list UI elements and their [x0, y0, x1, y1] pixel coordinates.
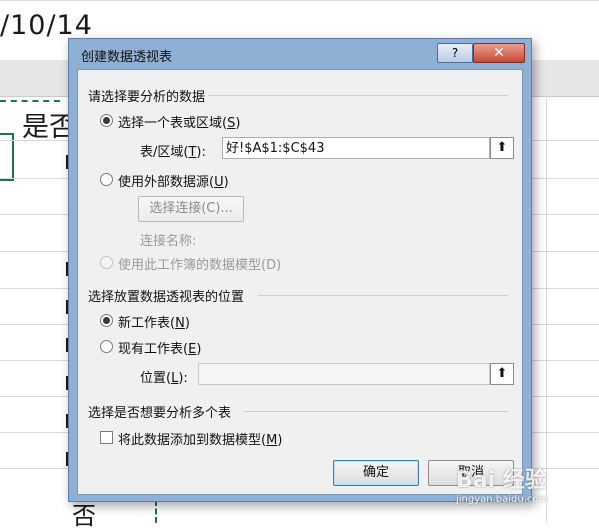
- range-collapse-button[interactable]: ⬆: [490, 137, 514, 159]
- section-divider: [243, 411, 508, 412]
- label-external-source[interactable]: 使用外部数据源(U): [118, 171, 229, 190]
- label-location: 位置(L):: [140, 371, 188, 386]
- location-input[interactable]: [198, 363, 490, 385]
- section-heading-location: 选择放置数据透视表的位置: [88, 290, 245, 305]
- dialog-title: 创建数据透视表: [81, 50, 173, 65]
- radio-select-table[interactable]: [100, 114, 113, 127]
- dialog-titlebar[interactable]: 创建数据透视表 ? ✕: [69, 39, 531, 69]
- close-button[interactable]: ✕: [473, 43, 525, 63]
- label-select-table[interactable]: 选择一个表或区域(S): [118, 112, 240, 131]
- dialog-body: 请选择要分析的数据 选择一个表或区域(S) 表/区域(T): 好!$A$1:$C…: [77, 69, 523, 495]
- section-divider: [208, 95, 508, 96]
- label-data-model[interactable]: 使用此工作簿的数据模型(D): [118, 254, 281, 273]
- grid-line: [0, 0, 599, 1]
- grid-line: [546, 96, 547, 523]
- label-connection-name: 连接名称:: [140, 234, 197, 249]
- radio-external-source[interactable]: [100, 173, 113, 186]
- watermark-url: jingyan.baidu.com: [456, 494, 549, 505]
- section-heading-multi: 选择是否想要分析多个表: [88, 406, 232, 421]
- section-heading-data: 请选择要分析的数据: [88, 90, 206, 105]
- range-input[interactable]: 好!$A$1:$C$43: [222, 137, 490, 159]
- watermark-logo: Bai 经验: [456, 468, 547, 493]
- collapse-arrow-icon: ⬆: [496, 140, 508, 155]
- radio-data-model[interactable]: [100, 256, 113, 269]
- location-collapse-button[interactable]: ⬆: [490, 363, 514, 385]
- copy-marquee-vertical: [155, 500, 157, 523]
- help-button[interactable]: ?: [437, 43, 473, 63]
- radio-new-worksheet[interactable]: [100, 314, 113, 327]
- cell-date-text: /10/14: [0, 10, 93, 41]
- collapse-arrow-icon: ⬆: [496, 366, 508, 381]
- copy-marquee: [0, 100, 60, 102]
- label-add-to-model[interactable]: 将此数据添加到数据模型(M): [118, 429, 282, 448]
- create-pivot-table-dialog: 创建数据透视表 ? ✕ 请选择要分析的数据 选择一个表或区域(S) 表/区域(T…: [68, 38, 532, 502]
- label-range: 表/区域(T):: [140, 145, 206, 160]
- label-existing-worksheet[interactable]: 现有工作表(E): [118, 338, 201, 357]
- checkbox-add-to-model[interactable]: [100, 431, 113, 444]
- ok-button[interactable]: 确定: [333, 460, 419, 486]
- choose-connection-button[interactable]: 选择连接(C)...: [138, 196, 244, 222]
- label-new-worksheet[interactable]: 新工作表(N): [118, 312, 190, 331]
- section-divider: [258, 295, 508, 296]
- radio-existing-worksheet[interactable]: [100, 340, 113, 353]
